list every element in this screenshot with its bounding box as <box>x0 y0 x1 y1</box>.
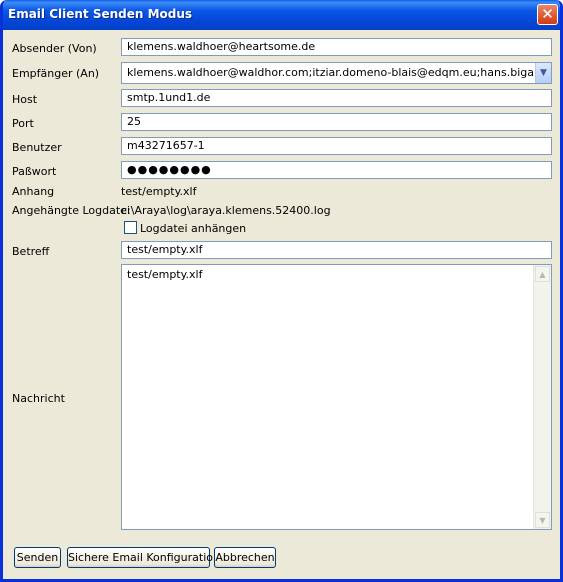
senden-button[interactable]: Senden <box>14 547 61 568</box>
anhang-value: test/empty.xlf <box>121 185 197 198</box>
port-field[interactable]: 25 <box>121 113 552 131</box>
abbrechen-button[interactable]: Abbrechen <box>214 547 276 568</box>
logdatei-checkbox[interactable] <box>124 221 137 234</box>
benutzer-label: Benutzer <box>12 141 62 154</box>
host-label: Host <box>12 93 38 106</box>
sichere-konfiguration-button[interactable]: Sichere Email Konfiguration <box>67 547 220 568</box>
empfaenger-label: Empfänger (An) <box>12 67 100 80</box>
betreff-label: Betreff <box>12 245 50 258</box>
window-title: Email Client Senden Modus <box>8 7 193 21</box>
benutzer-field[interactable]: m43271657-1 <box>121 137 552 155</box>
title-bar[interactable]: Email Client Senden Modus ✕ <box>3 0 560 30</box>
passwort-label: Paßwort <box>12 165 57 178</box>
empfaenger-value: klemens.waldhoer@waldhor.com;itziar.dome… <box>127 66 552 79</box>
absender-label: Absender (Von) <box>12 42 97 55</box>
anhang-label: Anhang <box>12 185 55 198</box>
logdatei-checkbox-label[interactable]: Logdatei anhängen <box>140 222 246 235</box>
close-button[interactable]: ✕ <box>537 4 558 25</box>
email-dialog: Email Client Senden Modus ✕ Absender (Vo… <box>0 0 563 582</box>
logdatei-value: c:\Araya\log\araya.klemens.52400.log <box>121 204 331 217</box>
close-icon: ✕ <box>541 5 554 23</box>
arrow-up-icon[interactable]: ▲ <box>535 266 550 282</box>
nachricht-label: Nachricht <box>12 392 65 405</box>
chevron-down-icon[interactable]: ▼ <box>535 63 551 83</box>
host-field[interactable]: smtp.1und1.de <box>121 89 552 107</box>
betreff-field[interactable]: test/empty.xlf <box>121 241 552 259</box>
empfaenger-combobox[interactable]: klemens.waldhoer@waldhor.com;itziar.dome… <box>121 62 552 84</box>
absender-field[interactable]: klemens.waldhoer@heartsome.de <box>121 38 552 56</box>
port-label: Port <box>12 117 34 130</box>
logdatei-label: Angehängte Logdatei <box>12 204 130 217</box>
vertical-scrollbar[interactable]: ▲ ▼ <box>533 265 551 529</box>
nachricht-text: test/empty.xlf <box>127 268 203 281</box>
arrow-down-icon[interactable]: ▼ <box>535 512 550 528</box>
passwort-field[interactable]: ●●●●●●●● <box>121 161 552 179</box>
nachricht-textarea[interactable]: test/empty.xlf ▲ ▼ <box>121 264 552 530</box>
